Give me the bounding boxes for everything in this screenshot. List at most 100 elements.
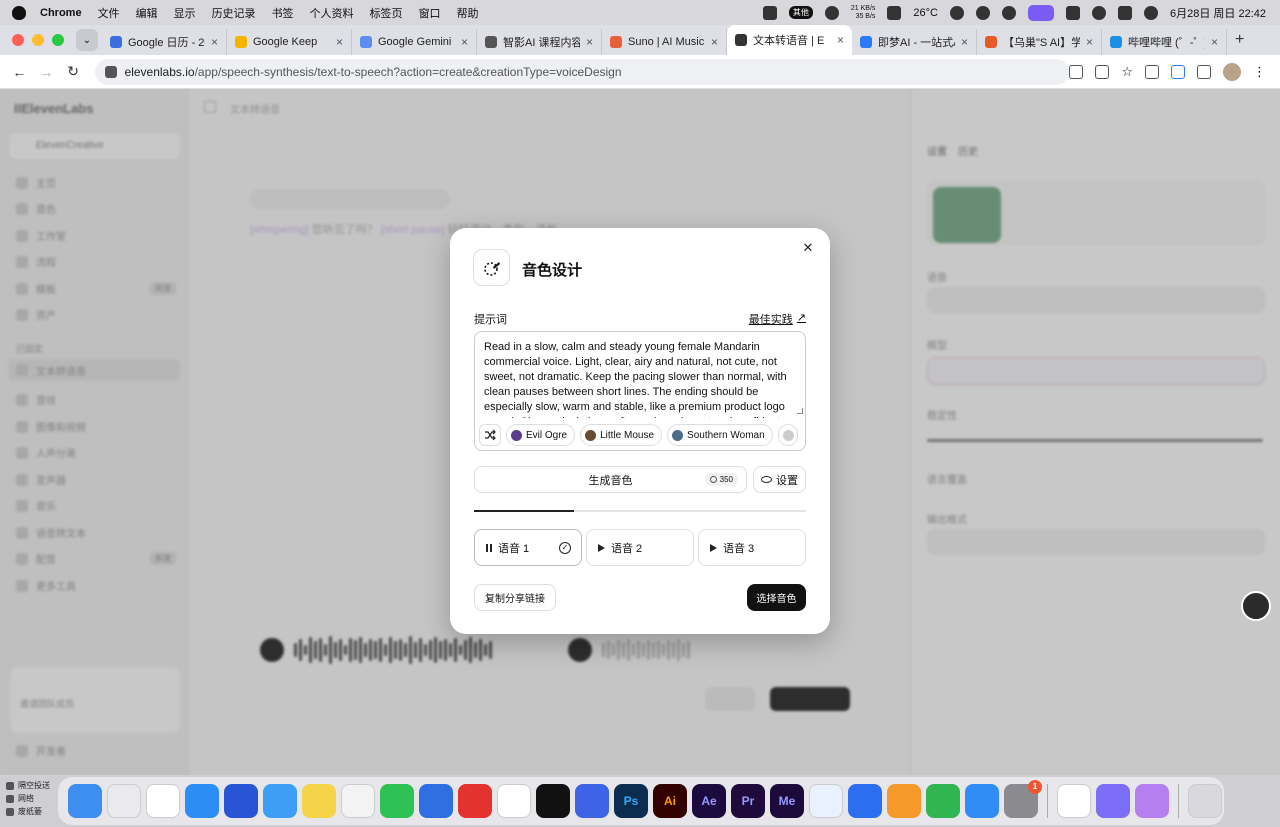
resize-handle[interactable]	[797, 408, 803, 414]
menu-app-name[interactable]: Chrome	[40, 7, 82, 19]
prompt-textarea[interactable]: Read in a slow, calm and steady young fe…	[474, 331, 806, 451]
close-tab-icon[interactable]: ×	[1211, 35, 1218, 49]
copy-share-link-button[interactable]: 复制分享链接	[474, 584, 556, 611]
menu-window[interactable]: 窗口	[419, 5, 441, 21]
close-tab-icon[interactable]: ×	[961, 35, 968, 49]
menu-tabs[interactable]: 标签页	[370, 5, 403, 21]
close-tab-icon[interactable]: ×	[211, 35, 218, 49]
control-center-icon[interactable]	[1118, 5, 1132, 20]
dock-app-me-icon[interactable]: Me	[770, 784, 804, 818]
zoom-window-button[interactable]	[52, 34, 64, 46]
browser-tab[interactable]: Suno | AI Music ×	[602, 29, 727, 55]
preset-chip-partial[interactable]	[777, 424, 798, 446]
close-tab-icon[interactable]: ×	[837, 33, 844, 47]
trash-shortcut[interactable]: 废纸篓	[6, 805, 50, 818]
dock-app-mail-icon[interactable]	[263, 784, 297, 818]
close-tab-icon[interactable]: ×	[586, 35, 593, 49]
play-status-icon[interactable]	[976, 5, 990, 20]
voice-option-1[interactable]: 语音 1 ✓	[474, 529, 582, 566]
browser-tab[interactable]: Google Gemini ×	[352, 29, 477, 55]
close-tab-icon[interactable]: ×	[336, 35, 343, 49]
siri-icon[interactable]	[1144, 5, 1158, 20]
menu-profiles[interactable]: 个人资料	[310, 5, 354, 21]
dock-app-music-icon[interactable]	[1096, 784, 1130, 818]
browser-tab[interactable]: 即梦AI - 一站式AI ×	[852, 29, 977, 55]
close-icon[interactable]: ✕	[800, 240, 816, 256]
tab-search-chevron-icon[interactable]: ⌄	[76, 29, 98, 51]
dock-app-terminal-icon[interactable]	[575, 784, 609, 818]
dock-app-chrome-icon[interactable]	[146, 784, 180, 818]
dock-app-safari-icon[interactable]	[185, 784, 219, 818]
dock-app-spark-icon[interactable]	[419, 784, 453, 818]
best-practice-link[interactable]: 最佳实践 ↗	[749, 311, 806, 327]
capcut-status-icon[interactable]	[762, 5, 777, 20]
dock-app-pages-icon[interactable]	[887, 784, 921, 818]
dock-app-lark-icon[interactable]	[1057, 784, 1091, 818]
forward-arrow-icon[interactable]: →	[39, 64, 54, 80]
dock-app-creative-cloud-icon[interactable]	[458, 784, 492, 818]
dock-app-system-settings-icon[interactable]: 1	[1004, 780, 1042, 818]
dock-app-capcut-icon[interactable]	[536, 784, 570, 818]
dock-app-numbers-icon[interactable]	[926, 784, 960, 818]
dock-app-downloads-icon[interactable]	[1135, 784, 1169, 818]
menu-bookmarks[interactable]: 书签	[272, 5, 294, 21]
browser-tab[interactable]: 哔哩哔哩 (゜-゜)つ ×	[1102, 29, 1227, 55]
network-shortcut[interactable]: 网络	[6, 792, 50, 805]
dock-app-navigator-icon[interactable]	[224, 784, 258, 818]
music-status-icon[interactable]	[1002, 5, 1016, 20]
browser-tab[interactable]: 文本转语音 | E ×	[727, 25, 852, 55]
dock-app-baidu-netdisk-icon[interactable]	[809, 784, 843, 818]
status-badge[interactable]: 其他	[788, 6, 813, 19]
menu-file[interactable]: 文件	[98, 5, 120, 21]
menu-view[interactable]: 显示	[174, 5, 196, 21]
dock-app-app-store-icon[interactable]	[965, 784, 999, 818]
prompt-text[interactable]: Read in a slow, calm and steady young fe…	[484, 340, 798, 418]
voice-option-3[interactable]: 语音 3	[698, 529, 806, 566]
dock-app-pr-icon[interactable]: Pr	[731, 784, 765, 818]
focus-moon-icon[interactable]	[1092, 5, 1106, 20]
dock-app-ps-icon[interactable]: Ps	[614, 784, 648, 818]
menu-edit[interactable]: 编辑	[136, 5, 158, 21]
voice-option-2[interactable]: 语音 2	[586, 529, 694, 566]
airdrop-shortcut[interactable]: 隔空投送	[6, 779, 50, 792]
close-tab-icon[interactable]: ×	[1086, 35, 1093, 49]
wifi-icon[interactable]	[1066, 5, 1080, 20]
dock-app-ai-icon[interactable]: Ai	[653, 784, 687, 818]
dock-app-finder-icon[interactable]	[68, 784, 102, 818]
download-icon[interactable]	[1171, 64, 1185, 79]
browser-tab[interactable]: 智影AI 课程内容 - ×	[477, 29, 602, 55]
close-tab-icon[interactable]: ×	[461, 35, 468, 49]
dock-app-avatar-icon[interactable]	[341, 784, 375, 818]
weather-icon[interactable]	[887, 5, 902, 20]
apple-icon[interactable]	[12, 5, 26, 20]
reading-list-icon[interactable]	[1197, 64, 1211, 79]
translate-icon[interactable]	[1069, 64, 1084, 79]
site-info-icon[interactable]	[104, 65, 117, 78]
assistant-avatar[interactable]	[1241, 591, 1271, 621]
dock-app-trash-icon[interactable]	[1188, 784, 1222, 818]
menubar-clock[interactable]: 6月28日 周日 22:42	[1170, 5, 1266, 21]
dock-app-keynote-icon[interactable]	[848, 784, 882, 818]
profile-avatar[interactable]	[1223, 62, 1241, 81]
reload-icon[interactable]: ↻	[66, 63, 81, 80]
browser-tab[interactable]: 【乌巢"S AI】学习 ×	[977, 29, 1102, 55]
browser-tab[interactable]: Google Keep ×	[227, 29, 352, 55]
bookmark-star-icon[interactable]: ☆	[1121, 64, 1133, 80]
dock-app-wechat-icon[interactable]	[380, 784, 414, 818]
dock-app-openai-icon[interactable]	[497, 784, 531, 818]
wechat-status-icon[interactable]	[950, 5, 964, 20]
settings-button[interactable]: 设置	[753, 466, 806, 493]
choose-voice-button[interactable]: 选择音色	[747, 584, 806, 611]
preset-chip[interactable]: Evil Ogre	[506, 424, 576, 446]
close-window-button[interactable]	[12, 34, 24, 46]
preset-chip[interactable]: Southern Woman	[667, 424, 773, 446]
weather-temp[interactable]: 26°C	[913, 7, 938, 19]
browser-menu-icon[interactable]: ⋮	[1253, 64, 1266, 80]
generate-voice-button[interactable]: 生成音色 350	[474, 466, 747, 493]
dock-app-notes-icon[interactable]	[302, 784, 336, 818]
back-arrow-icon[interactable]: ←	[12, 64, 27, 80]
new-tab-button[interactable]: +	[1235, 31, 1244, 49]
browser-tab[interactable]: Google 日历 - 20 ×	[102, 29, 227, 55]
dock-app-ae-icon[interactable]: Ae	[692, 784, 726, 818]
url-field[interactable]: elevenlabs.io/app/speech-synthesis/text-…	[94, 58, 1070, 85]
